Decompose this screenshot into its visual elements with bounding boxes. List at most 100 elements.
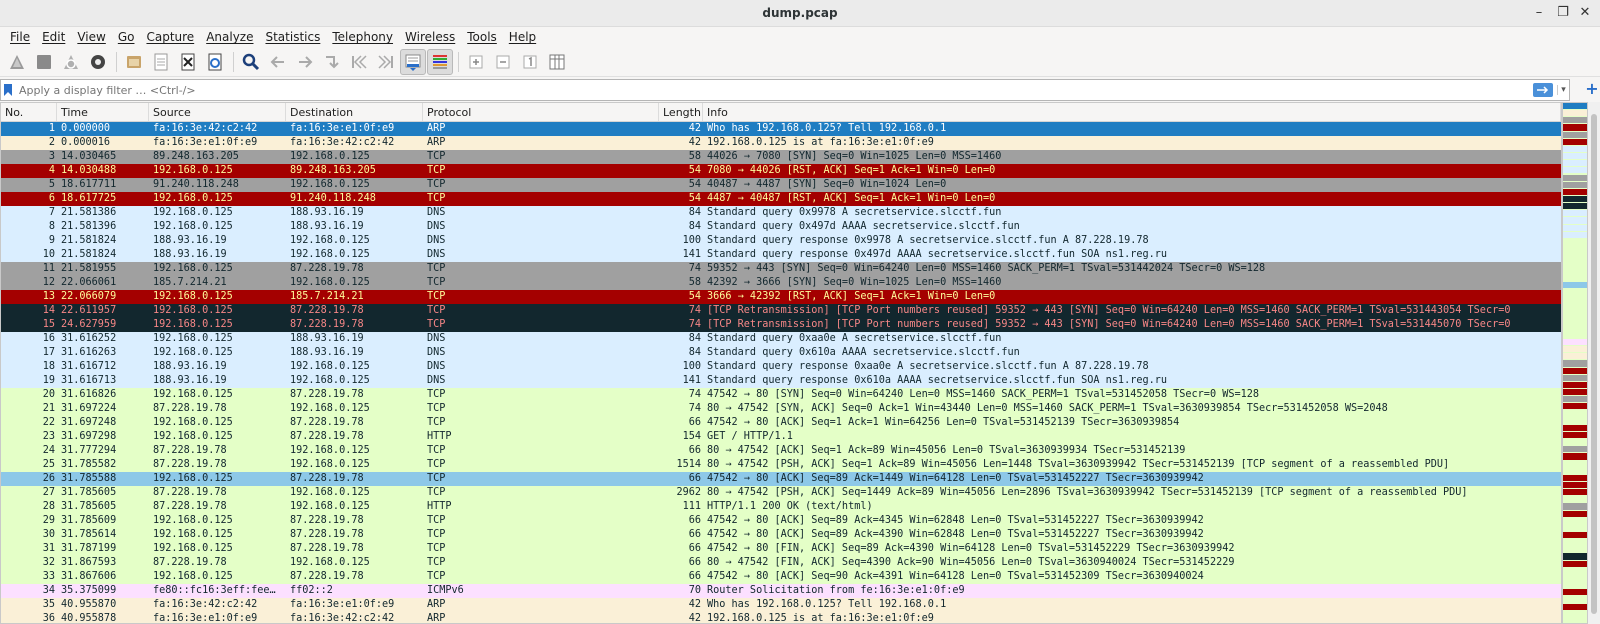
packet-row[interactable]: 14 22.611957 192.168.0.125 87.228.19.78 TCP 7… <box>1 304 1561 318</box>
display-filter-input[interactable] <box>15 81 1533 99</box>
column-header-source[interactable]: Source <box>149 103 286 121</box>
packet-row[interactable]: 3 14.030465 89.248.163.205 192.168.0.125 TCP… <box>1 150 1561 164</box>
normal-size-icon[interactable] <box>517 49 543 75</box>
colorize-icon[interactable] <box>427 48 453 75</box>
zoom-out-icon[interactable] <box>490 49 516 75</box>
packet-row[interactable]: 4 14.030488 192.168.0.125 89.248.163.205 TCP… <box>1 164 1561 178</box>
menu-help[interactable]: Help <box>503 30 542 44</box>
stop-capture-icon[interactable] <box>31 49 57 75</box>
go-forward-icon[interactable] <box>292 49 318 75</box>
packet-row[interactable]: 36 40.955878 fa:16:3e:e1:0f:e9 fa:16:3e:42:… <box>1 612 1561 623</box>
menu-file[interactable]: File <box>4 30 36 44</box>
menu-bar: File Edit View Go Capture Analyze Statis… <box>0 27 1600 47</box>
packet-destination: 192.168.0.125 <box>290 445 370 456</box>
packet-row[interactable]: 8 21.581396 192.168.0.125 188.93.16.19 DNS 84… <box>1 220 1561 234</box>
packet-row[interactable]: 13 22.066079 192.168.0.125 185.7.214.21 TCP 5… <box>1 290 1561 304</box>
packet-row[interactable]: 16 31.616252 192.168.0.125 188.93.16.19 DNS 8… <box>1 332 1561 346</box>
packet-row[interactable]: 19 31.616713 188.93.16.19 192.168.0.125 DNS 1… <box>1 374 1561 388</box>
scrollbar-thumb[interactable] <box>1591 114 1597 614</box>
packet-row[interactable]: 10 21.581824 188.93.16.19 192.168.0.125 DNS 1… <box>1 248 1561 262</box>
packet-row[interactable]: 9 21.581824 188.93.16.19 192.168.0.125 DNS 10… <box>1 234 1561 248</box>
add-filter-button-icon[interactable]: + <box>1582 79 1600 99</box>
packet-row[interactable]: 29 31.785609 192.168.0.125 87.228.19.78 TCP 6… <box>1 514 1561 528</box>
packet-time: 31.785605 <box>61 501 117 512</box>
packet-row[interactable]: 23 31.697298 192.168.0.125 87.228.19.78 HTTP… <box>1 430 1561 444</box>
packet-row[interactable]: 24 31.777294 87.228.19.78 192.168.0.125 TCP 6… <box>1 444 1561 458</box>
packet-row[interactable]: 2 0.000016 fa:16:3e:e1:0f:e9 fa:16:3e:42:c2… <box>1 136 1561 150</box>
go-last-icon[interactable] <box>373 49 399 75</box>
packet-row[interactable]: 26 31.785588 192.168.0.125 87.228.19.78 TCP 6… <box>1 472 1561 486</box>
menu-go[interactable]: Go <box>112 30 141 44</box>
packet-source: 87.228.19.78 <box>153 501 227 512</box>
packet-row[interactable]: 21 31.697224 87.228.19.78 192.168.0.125 TCP 7… <box>1 402 1561 416</box>
packet-info: 80 → 47542 [PSH, ACK] Seq=1449 Ack=89 Wi… <box>707 487 1468 498</box>
autoscroll-icon[interactable] <box>400 48 426 75</box>
packet-row[interactable]: 12 22.066061 185.7.214.21 192.168.0.125 TCP 5… <box>1 276 1561 290</box>
packet-row[interactable]: 18 31.616712 188.93.16.19 192.168.0.125 DNS 1… <box>1 360 1561 374</box>
close-button[interactable]: ✕ <box>1576 4 1594 22</box>
reload-file-icon[interactable] <box>202 49 228 75</box>
menu-statistics[interactable]: Statistics <box>259 30 326 44</box>
column-header-protocol[interactable]: Protocol <box>423 103 659 121</box>
packet-row[interactable]: 30 31.785614 192.168.0.125 87.228.19.78 TCP 6… <box>1 528 1561 542</box>
close-file-icon[interactable] <box>175 49 201 75</box>
column-header-info[interactable]: Info <box>703 103 1561 121</box>
packet-row[interactable]: 25 31.785582 87.228.19.78 192.168.0.125 TCP 1… <box>1 458 1561 472</box>
packet-row[interactable]: 33 31.867606 192.168.0.125 87.228.19.78 TCP 6… <box>1 570 1561 584</box>
packet-row[interactable]: 15 24.627959 192.168.0.125 87.228.19.78 TCP 7… <box>1 318 1561 332</box>
packet-row[interactable]: 20 31.616826 192.168.0.125 87.228.19.78 TCP 7… <box>1 388 1561 402</box>
go-first-icon[interactable] <box>346 49 372 75</box>
packet-row[interactable]: 6 18.617725 192.168.0.125 91.240.118.248 TCP… <box>1 192 1561 206</box>
packet-time: 21.581396 <box>61 221 117 232</box>
menu-capture[interactable]: Capture <box>140 30 200 44</box>
column-header-destination[interactable]: Destination <box>286 103 423 121</box>
packet-row[interactable]: 32 31.867593 87.228.19.78 192.168.0.125 TCP 6… <box>1 556 1561 570</box>
menu-telephony[interactable]: Telephony <box>326 30 399 44</box>
menu-wireless[interactable]: Wireless <box>399 30 461 44</box>
minimize-button[interactable]: – <box>1530 4 1548 22</box>
bookmark-icon[interactable] <box>1 84 15 96</box>
packet-row[interactable]: 31 31.787199 192.168.0.125 87.228.19.78 TCP 6… <box>1 542 1561 556</box>
vertical-scrollbar[interactable] <box>1588 102 1600 624</box>
packet-source: fa:16:3e:e1:0f:e9 <box>153 137 258 148</box>
menu-edit[interactable]: Edit <box>36 30 71 44</box>
menu-tools[interactable]: Tools <box>461 30 503 44</box>
packet-source: 91.240.118.248 <box>153 179 239 190</box>
packet-row[interactable]: 22 31.697248 192.168.0.125 87.228.19.78 TCP 6… <box>1 416 1561 430</box>
packet-row[interactable]: 5 18.617711 91.240.118.248 192.168.0.125 TCP… <box>1 178 1561 192</box>
column-header-length[interactable]: Length <box>659 103 703 121</box>
packet-number: 31 <box>42 543 55 554</box>
packet-row[interactable]: 27 31.785605 87.228.19.78 192.168.0.125 TCP 2… <box>1 486 1561 500</box>
zoom-in-icon[interactable] <box>463 49 489 75</box>
column-header-no[interactable]: No. <box>1 103 57 121</box>
packet-row[interactable]: 1 0.000000 fa:16:3e:42:c2:42 fa:16:3e:e1:0f… <box>1 122 1561 136</box>
packet-row[interactable]: 7 21.581386 192.168.0.125 188.93.16.19 DNS 84… <box>1 206 1561 220</box>
packet-row[interactable]: 35 40.955870 fa:16:3e:42:c2:42 fa:16:3e:e1:… <box>1 598 1561 612</box>
resize-columns-icon[interactable] <box>544 49 570 75</box>
packet-minimap[interactable] <box>1562 102 1588 624</box>
go-back-icon[interactable] <box>265 49 291 75</box>
packet-number: 4 <box>48 165 55 176</box>
save-file-icon[interactable] <box>148 49 174 75</box>
maximize-button[interactable]: ❐ <box>1554 4 1572 22</box>
find-packet-icon[interactable] <box>238 49 264 75</box>
packet-number: 16 <box>42 333 55 344</box>
filter-history-dropdown-icon[interactable]: ▾ <box>1557 85 1569 95</box>
packet-time: 31.697224 <box>61 403 117 414</box>
capture-options-icon[interactable] <box>85 49 111 75</box>
restart-capture-icon[interactable] <box>58 49 84 75</box>
start-capture-icon[interactable] <box>4 49 30 75</box>
minimap-stripe <box>1563 167 1587 174</box>
packet-row[interactable]: 34 35.375099 fe80::fc16:3eff:fee… ff02::2 IC… <box>1 584 1561 598</box>
column-header-time[interactable]: Time <box>57 103 149 121</box>
go-to-packet-icon[interactable] <box>319 49 345 75</box>
minimap-stripe <box>1563 617 1587 623</box>
packet-source: 188.93.16.19 <box>153 361 227 372</box>
menu-analyze[interactable]: Analyze <box>200 30 259 44</box>
menu-view[interactable]: View <box>71 30 111 44</box>
apply-filter-arrow-icon[interactable] <box>1533 83 1553 97</box>
packet-row[interactable]: 28 31.785605 87.228.19.78 192.168.0.125 HTTP… <box>1 500 1561 514</box>
open-file-icon[interactable] <box>121 49 147 75</box>
packet-row[interactable]: 17 31.616263 192.168.0.125 188.93.16.19 DNS 8… <box>1 346 1561 360</box>
packet-row[interactable]: 11 21.581955 192.168.0.125 87.228.19.78 TCP 7… <box>1 262 1561 276</box>
